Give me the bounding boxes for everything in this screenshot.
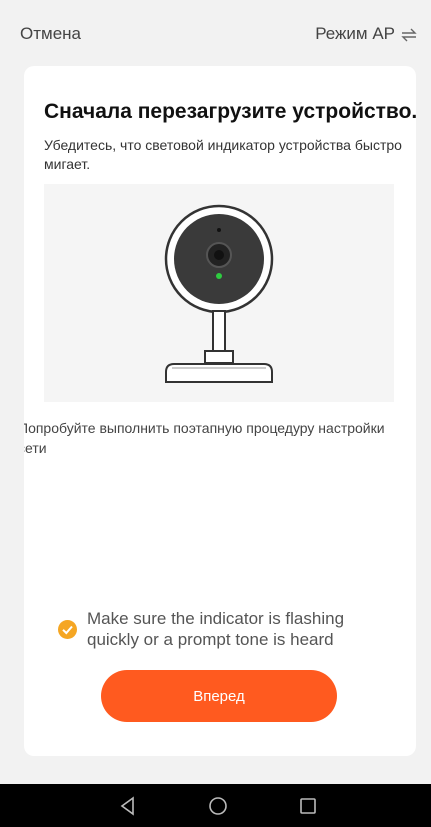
setup-card: Сначала перезагрузите устройство. Убедит… (24, 66, 416, 756)
ap-mode-label: Режим AP (315, 24, 395, 43)
step-by-step-link[interactable]: Попробуйте выполнить поэтапную процедуру… (24, 418, 408, 458)
confirm-checkbox-row[interactable]: Make sure the indicator is flashing quic… (58, 608, 388, 650)
instruction-text: Убедитесь, что световой индикатор устрой… (44, 137, 402, 172)
back-triangle-icon[interactable] (116, 794, 140, 818)
confirm-label: Make sure the indicator is flashing quic… (87, 609, 345, 649)
system-navigation-bar (0, 784, 431, 827)
top-bar: Отмена Режим AP (0, 0, 431, 66)
check-circle-icon[interactable] (58, 620, 77, 639)
camera-illustration (44, 184, 394, 402)
home-circle-icon[interactable] (206, 794, 230, 818)
screen: Отмена Режим AP Сначала перезагрузите ус… (0, 0, 431, 827)
swap-arrows-icon (401, 27, 417, 42)
next-button[interactable]: Вперед (101, 670, 337, 722)
page-title: Сначала перезагрузите устройство. (44, 100, 416, 123)
cancel-button[interactable]: Отмена (20, 24, 81, 44)
ap-mode-switch[interactable]: Режим AP (315, 24, 417, 44)
recent-apps-icon[interactable] (296, 794, 320, 818)
